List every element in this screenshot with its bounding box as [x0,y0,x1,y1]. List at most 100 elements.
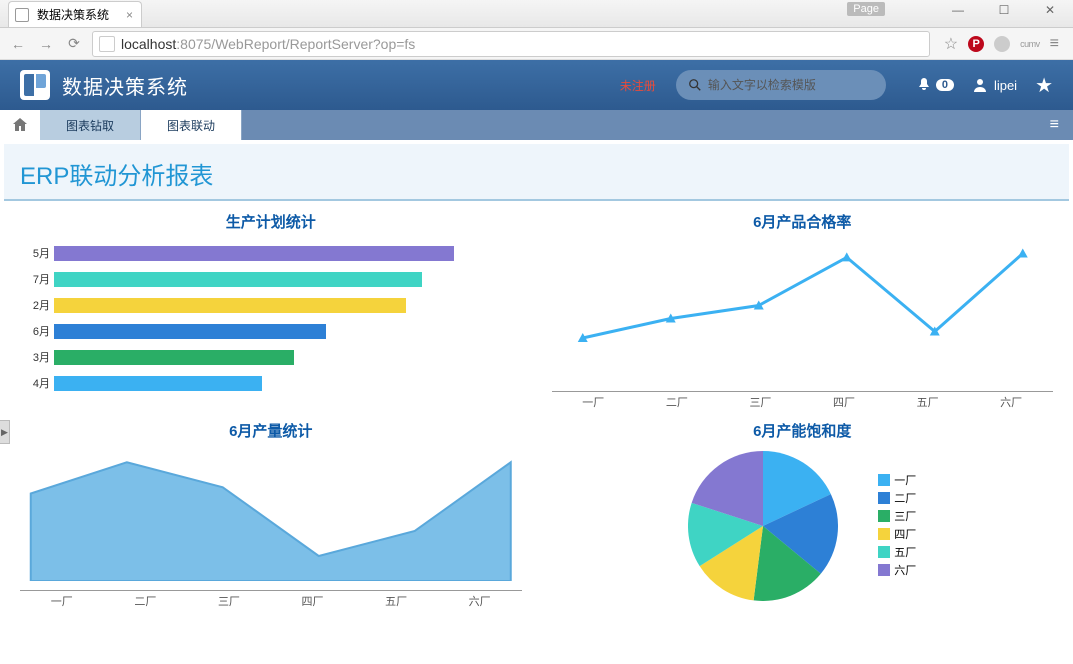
tab-link[interactable]: 图表联动 [141,110,242,140]
window-close-button[interactable]: ✕ [1027,0,1073,20]
user-button[interactable]: lipei [972,77,1017,93]
legend-item[interactable]: 一厂 [878,472,916,488]
pie-chart[interactable] [688,451,838,601]
bar-row[interactable]: 7月 [20,268,522,290]
legend-item[interactable]: 二厂 [878,490,916,506]
legend-item[interactable]: 三厂 [878,508,916,524]
browser-toolbar: ← → ⟳ localhost:8075/WebReport/ReportSer… [0,28,1073,60]
legend-label: 四厂 [894,526,916,542]
bar-fill [54,272,422,287]
browser-tab[interactable]: 数据决策系统 × [8,1,142,27]
bar-fill [54,376,262,391]
browser-tab-title: 数据决策系统 [37,6,109,23]
window-maximize-button[interactable]: ☐ [981,0,1027,20]
app-logo-icon [20,70,50,100]
window-controls: — ☐ ✕ [935,0,1073,20]
tab-drill[interactable]: 图表钻取 [40,110,141,140]
bar-chart[interactable]: 5月 7月 2月 6月 3月 4月 [20,242,522,394]
app-header: 数据决策系统 未注册 0 lipei ★ [0,60,1073,110]
browser-titlebar: 数据决策系统 × Page — ☐ ✕ [0,0,1073,28]
user-icon [972,77,988,93]
legend-item[interactable]: 五厂 [878,544,916,560]
bar-label: 4月 [20,375,54,391]
legend-item[interactable]: 四厂 [878,526,916,542]
chart-pass: 6月产品合格率 一厂二厂三厂四厂五厂六厂 [552,211,1054,410]
tab-close-icon[interactable]: × [126,8,133,22]
bar-label: 7月 [20,271,54,287]
legend-label: 五厂 [894,544,916,560]
forward-button[interactable]: → [36,34,56,54]
chart-title: 6月产量统计 [20,420,522,441]
extension-icons: ☆ P cumv ≡ [938,34,1065,54]
bell-icon [916,77,932,93]
legend-item[interactable]: 六厂 [878,562,916,578]
chart-capacity: 6月产能饱和度 一厂二厂三厂四厂五厂六厂 [552,420,1054,609]
legend-swatch [878,564,890,576]
bar-row[interactable]: 6月 [20,320,522,342]
bar-label: 2月 [20,297,54,313]
page-badge: Page [847,2,885,16]
reload-button[interactable]: ⟳ [64,34,84,54]
menu-icon[interactable]: ≡ [1036,116,1073,134]
tab-label: 图表联动 [167,117,215,134]
bar-row[interactable]: 4月 [20,372,522,394]
legend-swatch [878,546,890,558]
legend-label: 三厂 [894,508,916,524]
bar-row[interactable]: 5月 [20,242,522,264]
notification-button[interactable]: 0 [916,77,954,93]
home-tab[interactable] [0,110,40,140]
sidebar-expand-handle[interactable]: ▶ [0,420,10,444]
site-info-icon[interactable] [99,36,115,52]
search-box[interactable] [676,70,886,100]
unregistered-label[interactable]: 未注册 [620,77,656,94]
legend-swatch [878,474,890,486]
bar-label: 5月 [20,245,54,261]
home-icon [12,117,28,133]
chart-plan: 生产计划统计 5月 7月 2月 6月 3月 4月 [20,211,522,410]
extension-gray-icon[interactable] [994,36,1010,52]
legend-label: 一厂 [894,472,916,488]
address-bar[interactable]: localhost:8075/WebReport/ReportServer?op… [92,31,930,57]
url-host: localhost [121,36,176,52]
legend-label: 二厂 [894,490,916,506]
legend-swatch [878,528,890,540]
x-axis-labels: 一厂二厂三厂四厂五厂六厂 [20,593,522,609]
back-button[interactable]: ← [8,34,28,54]
bar-fill [54,246,454,261]
chart-title: 6月产品合格率 [552,211,1054,232]
notification-count: 0 [936,79,954,91]
bar-label: 3月 [20,349,54,365]
legend-swatch [878,510,890,522]
bar-row[interactable]: 2月 [20,294,522,316]
bar-fill [54,324,326,339]
pie-legend: 一厂二厂三厂四厂五厂六厂 [878,472,916,580]
extension-cumv-icon[interactable]: cumv [1020,39,1040,49]
bar-fill [54,298,406,313]
line-chart[interactable] [552,242,1054,382]
tab-label: 图表钻取 [66,117,114,134]
app-title: 数据决策系统 [62,71,620,100]
browser-menu-icon[interactable]: ≡ [1050,35,1059,53]
chart-output: 6月产量统计 一厂二厂三厂四厂五厂六厂 [20,420,522,609]
search-icon [688,78,702,92]
window-minimize-button[interactable]: — [935,0,981,20]
bar-fill [54,350,294,365]
favicon-icon [15,8,29,22]
search-input[interactable] [708,78,874,92]
chart-title: 生产计划统计 [20,211,522,232]
legend-swatch [878,492,890,504]
username-label: lipei [994,78,1017,93]
content-area: ERP联动分析报表 生产计划统计 5月 7月 2月 6月 3月 4月 6月产品合格率 一厂… [0,144,1073,619]
bar-label: 6月 [20,323,54,339]
area-chart[interactable] [20,451,522,581]
star-icon[interactable]: ☆ [944,34,958,54]
x-axis-labels: 一厂二厂三厂四厂五厂六厂 [552,394,1054,410]
bar-row[interactable]: 3月 [20,346,522,368]
app-tabbar: 图表钻取 图表联动 ≡ [0,110,1073,140]
favorite-icon[interactable]: ★ [1035,73,1053,98]
url-path: :8075/WebReport/ReportServer?op=fs [176,36,415,52]
pinterest-icon[interactable]: P [968,36,984,52]
page-title: ERP联动分析报表 [4,144,1069,201]
legend-label: 六厂 [894,562,916,578]
chart-title: 6月产能饱和度 [552,420,1054,441]
